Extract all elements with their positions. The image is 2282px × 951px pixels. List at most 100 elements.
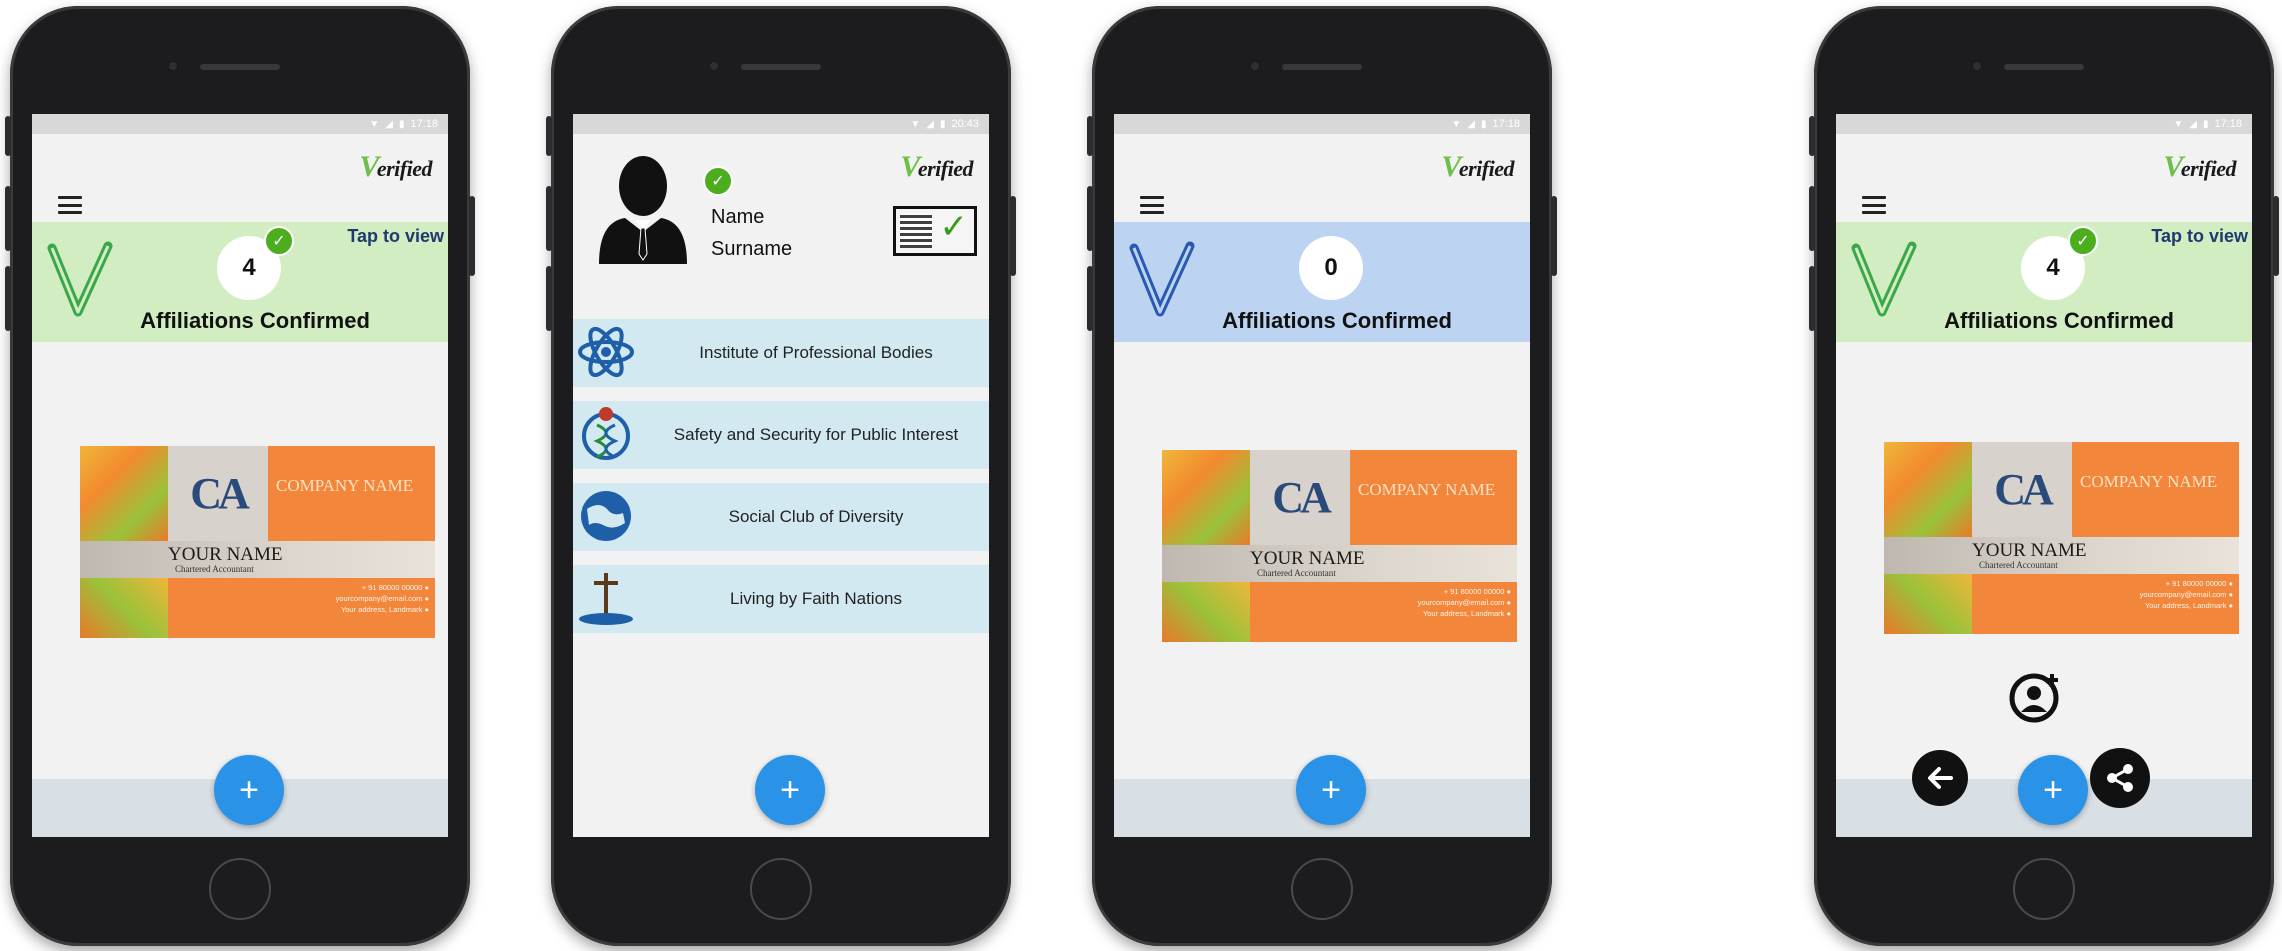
card-company-name: COMPANY NAME — [1358, 480, 1496, 499]
card-company-name: COMPANY NAME — [276, 476, 414, 495]
signal-icon: ◢ — [385, 118, 393, 130]
org-label: Social Club of Diversity — [728, 507, 904, 526]
tap-to-view-link[interactable]: Tap to view — [2151, 226, 2248, 247]
affiliations-banner[interactable]: 4 ✓ Tap to view Affiliations Confirmed — [32, 222, 448, 342]
status-time: 17:18 — [2214, 118, 2242, 130]
card-title: Chartered Accountant — [1257, 568, 1336, 578]
check-icon: ✓ — [264, 226, 294, 256]
status-time: 17:18 — [410, 118, 438, 130]
front-camera — [708, 60, 720, 72]
add-button[interactable]: + — [214, 755, 284, 825]
card-contact: + 91 80000 00000 ● yourcompany@email.com … — [335, 583, 429, 614]
org-label: Living by Faith Nations — [730, 589, 902, 608]
list-item[interactable]: Institute of Professional Bodies — [573, 319, 989, 387]
verified-logo: Verified — [2163, 150, 2236, 183]
ca-logo-icon: CA — [190, 469, 250, 518]
screen-home-unverified: ▼ ◢ ▮ 17:18 Verified 0 Affiliations Conf… — [1114, 114, 1530, 837]
status-bar: ▼ ◢ ▮ 17:18 — [32, 114, 448, 134]
wifi-icon: ▼ — [910, 118, 921, 130]
card-title: Chartered Accountant — [175, 564, 254, 574]
globe-icon — [581, 491, 631, 541]
verified-logo: Verified — [1441, 150, 1514, 183]
add-contact-button[interactable] — [2008, 668, 2064, 724]
signal-icon: ◢ — [1467, 118, 1475, 130]
phone-frame-2: ▼ ◢ ▮ 20:43 Verified ✓ Name Surname ✓ In… — [546, 6, 1016, 946]
ca-logo-icon: CA — [1272, 473, 1332, 522]
add-button[interactable]: + — [2018, 755, 2088, 825]
add-contact-icon — [2009, 673, 2059, 723]
affiliations-banner[interactable]: 0 Affiliations Confirmed — [1114, 222, 1530, 342]
wifi-icon: ▼ — [369, 118, 380, 130]
home-button[interactable] — [2013, 858, 2075, 920]
list-item[interactable]: Living by Faith Nations — [573, 565, 989, 633]
hamburger-menu-icon[interactable] — [1140, 196, 1164, 214]
user-avatar-icon — [599, 156, 687, 264]
affiliation-list: Institute of Professional Bodies Safety … — [573, 319, 989, 647]
screen-home-verified: ▼ ◢ ▮ 17:18 Verified 4 ✓ Tap to view Aff… — [32, 114, 448, 837]
add-button[interactable]: + — [1296, 755, 1366, 825]
profile-name: Name — [711, 206, 765, 228]
share-button[interactable] — [2090, 748, 2150, 808]
battery-icon: ▮ — [939, 118, 946, 130]
verified-logo: Verified — [900, 150, 973, 183]
card-your-name: YOUR NAME — [1250, 548, 1365, 569]
business-card[interactable]: CA COMPANY NAME YOUR NAME Chartered Acco… — [1884, 442, 2239, 634]
battery-icon: ▮ — [1480, 118, 1487, 130]
arrow-left-icon — [1928, 767, 1953, 789]
screen-profile-affiliations: ▼ ◢ ▮ 20:43 Verified ✓ Name Surname ✓ In… — [573, 114, 989, 837]
earpiece-speaker — [200, 64, 280, 70]
status-time: 17:18 — [1492, 118, 1520, 130]
earpiece-speaker — [1282, 64, 1362, 70]
signal-icon: ◢ — [2189, 118, 2197, 130]
status-bar: ▼ ◢ ▮ 20:43 — [573, 114, 989, 134]
ca-logo-icon: CA — [1994, 465, 2054, 514]
home-button[interactable] — [750, 858, 812, 920]
org-label: Institute of Professional Bodies — [699, 343, 933, 362]
verified-logo: Verified — [359, 150, 432, 183]
business-card[interactable]: CA COMPANY NAME YOUR NAME Chartered Acco… — [80, 446, 435, 638]
phone-frame-4: ▼ ◢ ▮ 17:18 Verified 4 ✓ Tap to view Aff… — [1809, 6, 2279, 946]
affiliations-label: Affiliations Confirmed — [140, 308, 370, 333]
list-item[interactable]: Social Club of Diversity — [573, 483, 989, 551]
card-your-name: YOUR NAME — [168, 544, 283, 565]
battery-icon: ▮ — [398, 118, 405, 130]
business-card[interactable]: CA COMPANY NAME YOUR NAME Chartered Acco… — [1162, 450, 1517, 642]
hamburger-menu-icon[interactable] — [58, 196, 82, 214]
atom-icon — [578, 326, 634, 378]
cross-icon — [579, 573, 633, 625]
affiliations-label: Affiliations Confirmed — [1222, 308, 1452, 333]
card-contact: + 91 80000 00000 ● yourcompany@email.com … — [1417, 587, 1511, 618]
earpiece-speaker — [2004, 64, 2084, 70]
home-button[interactable] — [209, 858, 271, 920]
front-camera — [167, 60, 179, 72]
affiliations-label: Affiliations Confirmed — [1944, 308, 2174, 333]
status-bar: ▼ ◢ ▮ 17:18 — [1114, 114, 1530, 134]
dna-icon — [582, 407, 630, 460]
check-icon: ✓ — [2068, 226, 2098, 256]
front-camera — [1971, 60, 1983, 72]
signal-icon: ◢ — [926, 118, 934, 130]
screen-home-share: ▼ ◢ ▮ 17:18 Verified 4 ✓ Tap to view Aff… — [1836, 114, 2252, 837]
affiliations-banner[interactable]: 4 ✓ Tap to view Affiliations Confirmed — [1836, 222, 2252, 342]
phone-frame-1: ▼ ◢ ▮ 17:18 Verified 4 ✓ Tap to view Aff… — [5, 6, 475, 946]
home-button[interactable] — [1291, 858, 1353, 920]
back-button[interactable] — [1912, 750, 1968, 806]
id-card-icon[interactable]: ✓ — [893, 206, 977, 256]
affiliations-count: 0 — [1299, 236, 1363, 300]
add-button[interactable]: + — [755, 755, 825, 825]
earpiece-speaker — [741, 64, 821, 70]
list-item[interactable]: Safety and Security for Public Interest — [573, 401, 989, 469]
phone-frame-3: ▼ ◢ ▮ 17:18 Verified 0 Affiliations Conf… — [1087, 6, 1557, 946]
share-icon — [2107, 764, 2133, 792]
card-your-name: YOUR NAME — [1972, 540, 2087, 561]
front-camera — [1249, 60, 1261, 72]
verified-check-icon: ✓ — [703, 166, 733, 196]
wifi-icon: ▼ — [1451, 118, 1462, 130]
card-company-name: COMPANY NAME — [2080, 472, 2218, 491]
tap-to-view-link[interactable]: Tap to view — [347, 226, 444, 247]
wifi-icon: ▼ — [2173, 118, 2184, 130]
battery-icon: ▮ — [2202, 118, 2209, 130]
hamburger-menu-icon[interactable] — [1862, 196, 1886, 214]
status-bar: ▼ ◢ ▮ 17:18 — [1836, 114, 2252, 134]
profile-surname: Surname — [711, 238, 793, 260]
